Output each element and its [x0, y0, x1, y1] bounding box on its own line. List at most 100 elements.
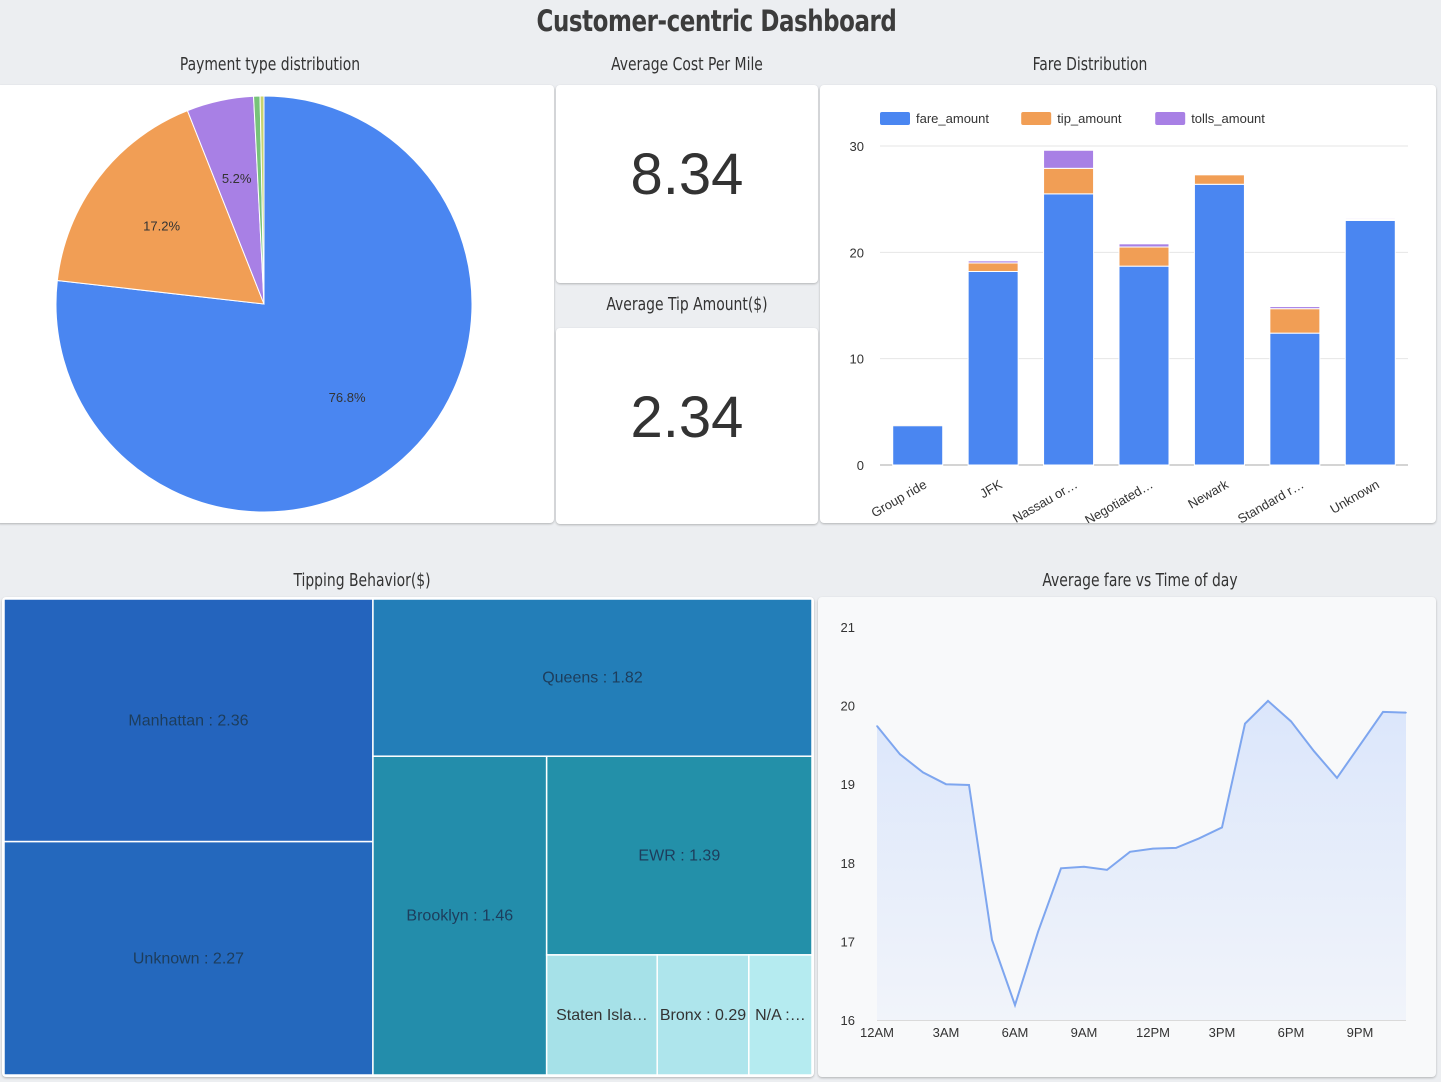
line-xtick-6: 6PM	[1278, 1025, 1305, 1040]
bar-tip_amount-2	[1043, 167, 1095, 195]
bar-xlabel-0: Group ride	[869, 477, 930, 521]
bar-tolls_amount-2	[1043, 149, 1095, 169]
fare-distribution-card: 0 10 20 30 Group ride JFK Nassau or… Negotiated…	[820, 85, 1436, 528]
legend-label-fare_amount: fare_amount	[916, 111, 989, 126]
avg-tip-value: 2.34	[630, 385, 744, 450]
bar-fare_amount-5	[1269, 332, 1321, 466]
area-point-13	[1175, 847, 1177, 849]
line-xtick-2: 6AM	[1002, 1025, 1029, 1040]
area-point-7	[1037, 931, 1039, 933]
area-point-1	[899, 753, 901, 756]
fare-panel-title: Fare Distribution	[1032, 54, 1148, 75]
area-point-17	[1267, 700, 1269, 702]
legend-swatch-tip_amount	[1021, 112, 1052, 125]
bar-ytick-2: 20	[850, 245, 864, 260]
legend-label-tolls_amount: tolls_amount	[1191, 111, 1265, 126]
bar-xlabel-6: Unknown	[1327, 477, 1381, 517]
line-ytick-1: 17	[841, 934, 855, 949]
line-ytick-0: 16	[841, 1013, 855, 1028]
bar-tolls_amount-4	[1193, 173, 1245, 176]
area-fill	[877, 700, 1406, 1020]
bar-xlabel-2: Nassau or…	[1010, 477, 1080, 523]
line-ytick-3: 19	[841, 777, 855, 792]
treemap-label-0: Manhattan : 2.36	[128, 712, 248, 729]
area-point-14	[1198, 837, 1200, 840]
treemap-panel-title: Tipping Behavior($)	[293, 570, 431, 591]
payment-pie-card: 76.8% 17.2% 5.2%	[0, 85, 554, 523]
bar-fare_amount-0	[892, 425, 944, 466]
tip-panel-title: Average Tip Amount($)	[606, 294, 768, 315]
line-ytick-2: 18	[841, 856, 855, 871]
time-of-day-chart[interactable]: 16 17 18 19 20 21 12AM 3AM 6AM 9AM 12PM 3PM 6PM 9PM	[818, 597, 1436, 1077]
bar-tip_amount-1	[967, 262, 1019, 272]
bar-xlabel-5: Standard r…	[1235, 477, 1306, 523]
avg-tip-card: 2.34	[556, 328, 818, 524]
tipping-treemap-chart[interactable]: Manhattan : 2.36 Unknown : 2.27 Queens : 1…	[2, 597, 814, 1077]
area-point-10	[1106, 869, 1108, 871]
area-point-15	[1221, 826, 1223, 829]
area-point-8	[1060, 867, 1062, 870]
bar-fare_amount-4	[1193, 183, 1245, 466]
legend-swatch-tolls_amount	[1155, 112, 1186, 125]
area-point-4	[968, 784, 970, 786]
line-xtick-1: 3AM	[933, 1025, 960, 1040]
line-ytick-5: 21	[841, 620, 855, 635]
time-of-day-card: 16 17 18 19 20 21 12AM 3AM 6AM 9AM 12PM 3PM 6PM 9PM	[818, 597, 1436, 1077]
line-xtick-7: 9PM	[1347, 1025, 1374, 1040]
pie-label-0: 76.8%	[329, 390, 366, 405]
legend-label-tip_amount: tip_amount	[1057, 111, 1122, 126]
fare-distribution-chart[interactable]: 0 10 20 30 Group ride JFK Nassau or… Negotiated…	[820, 85, 1436, 528]
treemap-label-2: Queens : 1.82	[542, 670, 643, 687]
bar-ytick-1: 10	[850, 352, 864, 367]
area-point-3	[945, 783, 947, 785]
bar-xlabel-4: Newark	[1185, 476, 1231, 511]
dashboard-title: Customer-centric Dashboard	[536, 4, 897, 38]
bar-fare_amount-3	[1118, 265, 1170, 466]
area-point-9	[1083, 865, 1085, 868]
treemap-label-5: Staten Isla…	[556, 1007, 648, 1024]
area-point-23	[1405, 711, 1407, 714]
bar-fare_amount-1	[967, 270, 1019, 466]
bar-ytick-0: 0	[857, 458, 864, 473]
bar-tolls_amount-3	[1118, 243, 1170, 248]
treemap-label-1: Unknown : 2.27	[133, 950, 244, 967]
payment-pie-chart[interactable]: 76.8% 17.2% 5.2%	[0, 85, 554, 523]
bar-tolls_amount-0	[892, 423, 944, 426]
area-point-20	[1336, 777, 1338, 779]
treemap-label-4: EWR : 1.39	[638, 848, 720, 865]
pie-label-1: 17.2%	[143, 219, 180, 234]
time-panel-title: Average fare vs Time of day	[1042, 570, 1238, 591]
line-xtick-4: 12PM	[1136, 1025, 1170, 1040]
treemap-label-3: Brooklyn : 1.46	[406, 908, 513, 925]
payment-panel-title: Payment type distribution	[179, 54, 361, 75]
cost-per-mile-card: 8.34	[556, 85, 818, 283]
line-ytick-4: 20	[841, 699, 855, 714]
cost-panel-title: Average Cost Per Mile	[611, 54, 763, 75]
area-point-12	[1152, 847, 1154, 850]
area-point-21	[1359, 744, 1361, 746]
pie-label-2: 5.2%	[222, 171, 252, 186]
legend-swatch-fare_amount	[880, 112, 910, 125]
area-point-6	[1014, 1004, 1016, 1006]
line-xtick-3: 9AM	[1071, 1025, 1098, 1040]
area-point-16	[1244, 722, 1246, 725]
cost-per-mile-value: 8.34	[630, 142, 744, 207]
bar-tip_amount-5	[1269, 308, 1321, 334]
bar-tolls_amount-1	[967, 260, 1019, 264]
line-xtick-0: 12AM	[860, 1025, 894, 1040]
area-point-18	[1290, 720, 1292, 723]
area-point-22	[1382, 711, 1384, 713]
area-point-11	[1129, 850, 1131, 853]
area-point-2	[922, 771, 924, 774]
area-point-0	[876, 725, 878, 727]
bar-tolls_amount-6	[1344, 217, 1396, 220]
line-xtick-5: 3PM	[1209, 1025, 1236, 1040]
bar-tolls_amount-5	[1269, 306, 1321, 310]
bar-fare_amount-6	[1344, 219, 1396, 466]
bar-tip_amount-4	[1193, 174, 1245, 185]
tipping-treemap-card: Manhattan : 2.36 Unknown : 2.27 Queens : 1…	[2, 597, 814, 1077]
bar-tip_amount-3	[1118, 246, 1170, 267]
bar-ytick-3: 30	[850, 139, 864, 154]
treemap-label-6: Bronx : 0.29	[660, 1007, 746, 1024]
area-point-19	[1313, 750, 1315, 752]
